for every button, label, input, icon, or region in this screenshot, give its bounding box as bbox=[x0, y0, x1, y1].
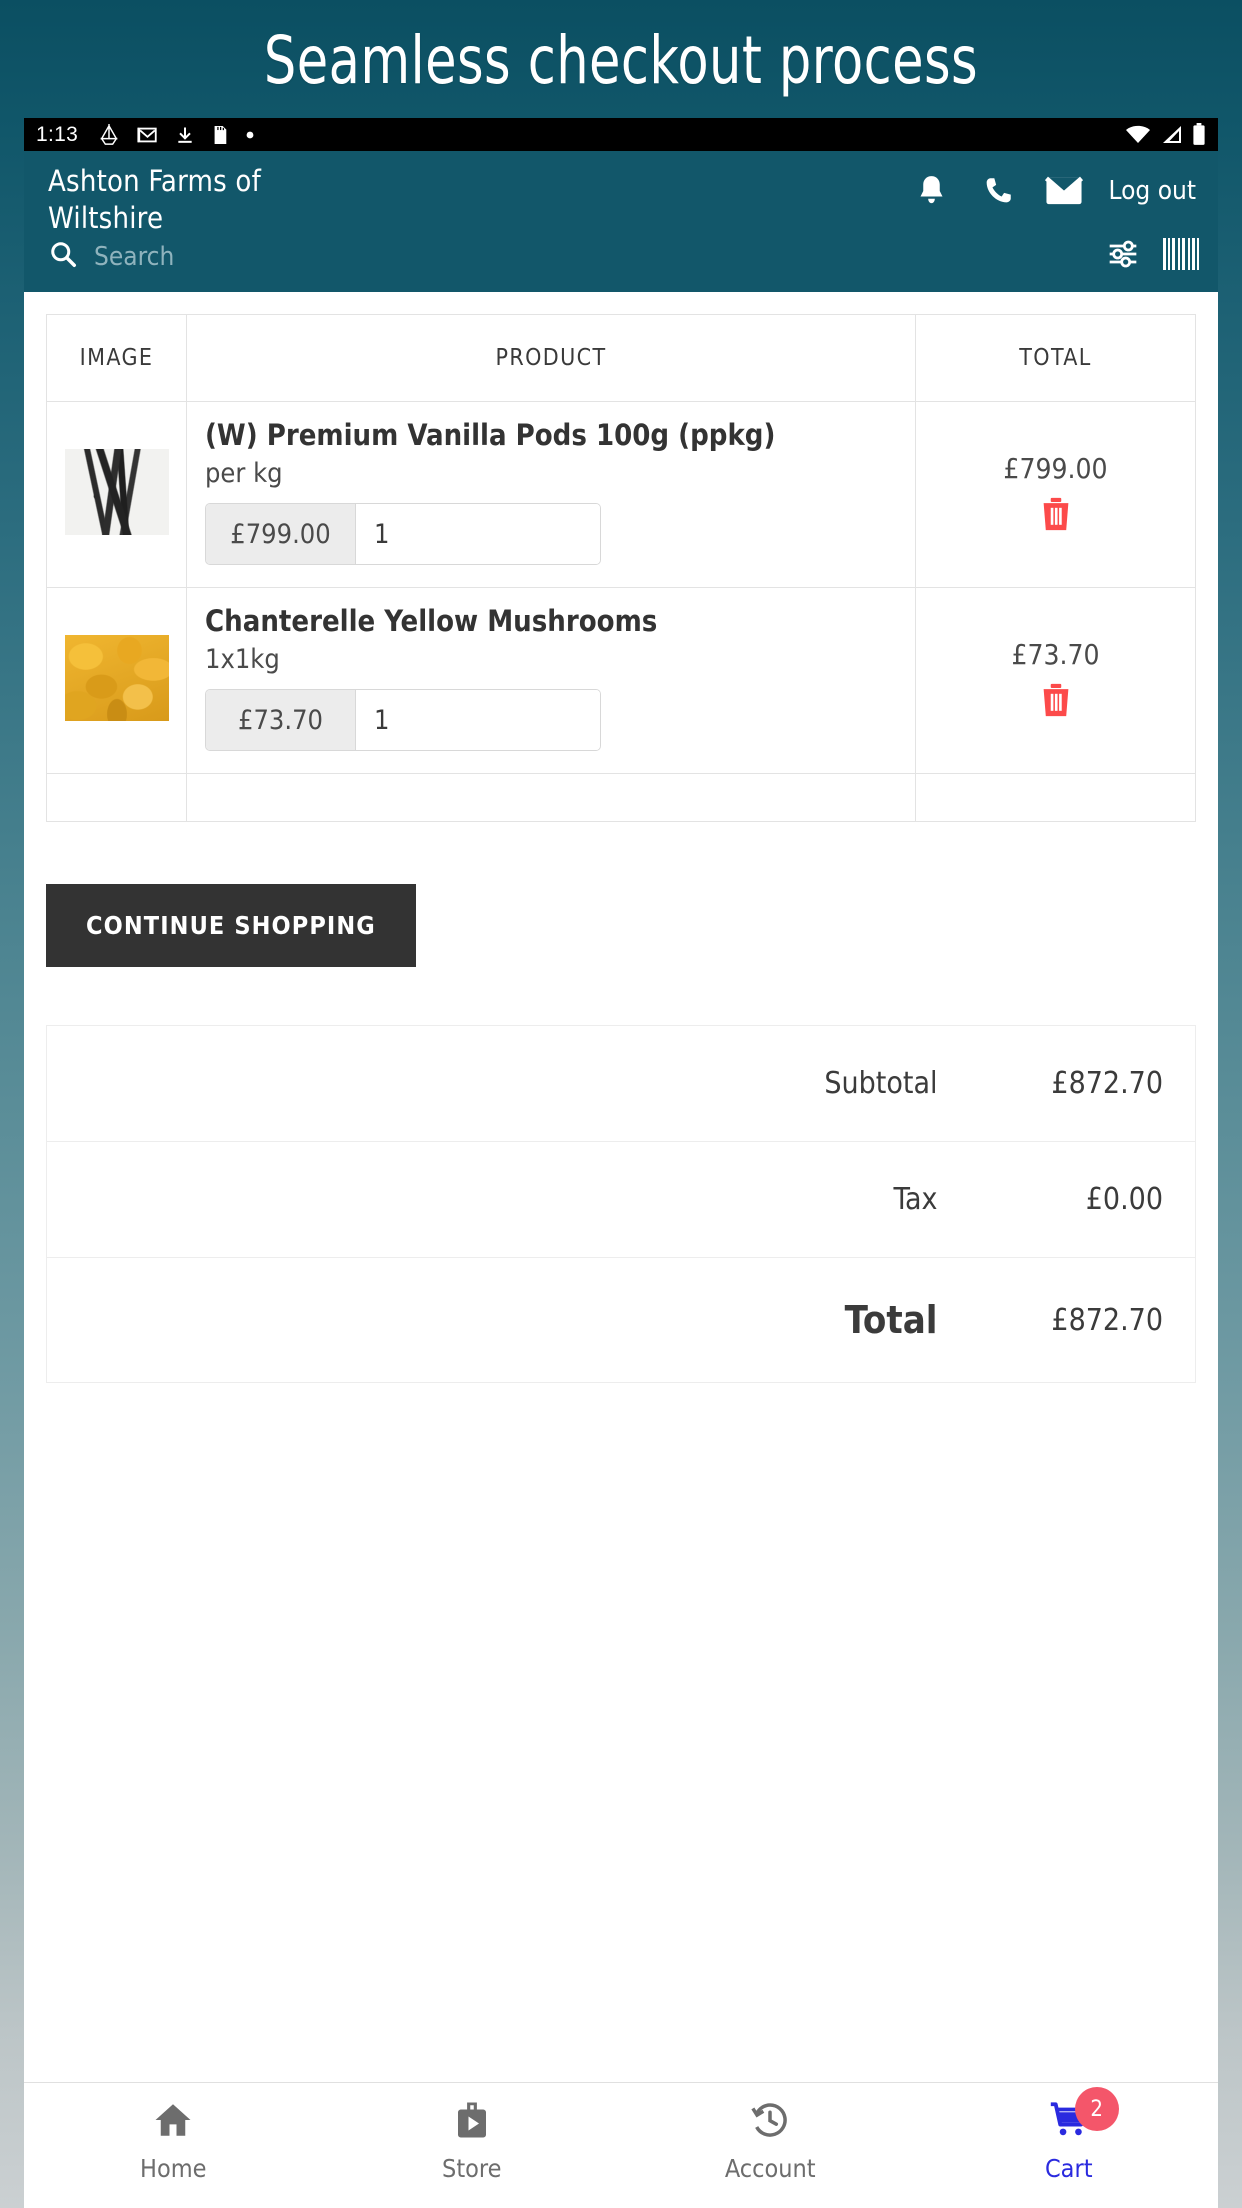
spacer-cell bbox=[186, 773, 916, 823]
continue-shopping-button[interactable]: CONTINUE SHOPPING bbox=[46, 884, 416, 968]
gmail-icon bbox=[137, 127, 157, 142]
spacer-cell bbox=[46, 773, 187, 823]
battery-icon bbox=[1193, 123, 1205, 145]
column-header-image: IMAGE bbox=[46, 314, 187, 402]
cart-item-product-cell: Chanterelle Yellow Mushrooms 1x1kg £73.7… bbox=[186, 587, 916, 775]
summary-label: Total bbox=[46, 1257, 966, 1384]
summary-value: £872.70 bbox=[965, 1257, 1196, 1384]
table-row: Chanterelle Yellow Mushrooms 1x1kg £73.7… bbox=[46, 587, 1196, 775]
brand-title: Ashton Farms of Wiltshire bbox=[48, 167, 378, 233]
line-item-total: £73.70 bbox=[1011, 637, 1100, 671]
home-icon bbox=[151, 2099, 195, 2146]
cart-item-product-cell: (W) Premium Vanilla Pods 100g (ppkg) per… bbox=[186, 400, 916, 589]
wifi-icon bbox=[1126, 125, 1150, 143]
brand-title-line-1: Ashton Farms of bbox=[48, 164, 261, 198]
sliders-icon[interactable] bbox=[1106, 238, 1140, 275]
cart-table-head: IMAGE PRODUCT TOTAL bbox=[46, 314, 1196, 402]
cart-item-image-cell bbox=[46, 400, 187, 589]
unit-price-label: £799.00 bbox=[206, 504, 356, 565]
bottom-navigation-bar: Home Store Account 2 Cart bbox=[24, 2082, 1218, 2208]
product-unit: 1x1kg bbox=[205, 644, 280, 676]
table-row: (W) Premium Vanilla Pods 100g (ppkg) per… bbox=[46, 400, 1196, 589]
line-item-total: £799.00 bbox=[1003, 451, 1108, 485]
sd-card-icon bbox=[214, 125, 227, 144]
notifications-icon[interactable] bbox=[899, 173, 965, 209]
product-name: Chanterelle Yellow Mushrooms bbox=[205, 604, 658, 639]
logout-button[interactable]: Log out bbox=[1109, 176, 1200, 206]
spacer-cell bbox=[915, 773, 1196, 823]
nav-label-home: Home bbox=[140, 2154, 207, 2183]
app-bar: Ashton Farms of Wiltshire Log out Search bbox=[24, 151, 1218, 292]
download-icon bbox=[178, 127, 192, 143]
app-bar-top-row: Ashton Farms of Wiltshire Log out bbox=[24, 151, 1218, 233]
summary-label: Tax bbox=[46, 1141, 966, 1259]
summary-row-tax: Tax £0.00 bbox=[46, 1141, 1196, 1259]
product-unit: per kg bbox=[205, 458, 283, 490]
cart-table-body: (W) Premium Vanilla Pods 100g (ppkg) per… bbox=[46, 400, 1196, 823]
page-title: Seamless checkout process bbox=[263, 22, 979, 99]
quantity-stepper[interactable]: £799.00 1 bbox=[205, 503, 601, 566]
drive-icon bbox=[100, 123, 118, 145]
nav-label-store: Store bbox=[442, 2154, 502, 2183]
unit-price-label: £73.70 bbox=[206, 690, 356, 751]
dot-icon bbox=[246, 131, 254, 138]
summary-label: Subtotal bbox=[46, 1025, 966, 1143]
nav-item-home[interactable]: Home bbox=[24, 2099, 323, 2183]
search-input[interactable]: Search bbox=[94, 242, 174, 272]
cart-page-content[interactable]: IMAGE PRODUCT TOTAL (W) Premium Vanilla … bbox=[24, 292, 1218, 2082]
summary-value: £872.70 bbox=[965, 1025, 1196, 1143]
cart-badge: 2 bbox=[1074, 2087, 1119, 2131]
cart-items-table: IMAGE PRODUCT TOTAL (W) Premium Vanilla … bbox=[46, 314, 1196, 823]
search-bar[interactable]: Search bbox=[24, 233, 1218, 276]
android-status-bar: 1:13 bbox=[24, 118, 1218, 151]
summary-row-total: Total £872.70 bbox=[46, 1257, 1196, 1384]
column-header-total: TOTAL bbox=[915, 314, 1196, 402]
cart-item-image-cell bbox=[46, 587, 187, 775]
trash-icon[interactable] bbox=[1039, 495, 1073, 538]
summary-value: £0.00 bbox=[965, 1141, 1196, 1259]
status-bar-notification-icons bbox=[98, 123, 255, 146]
nav-item-store[interactable]: Store bbox=[323, 2099, 622, 2183]
cart-table-spacer-row bbox=[46, 773, 1196, 823]
status-bar-system-icons bbox=[1125, 123, 1206, 146]
nav-item-account[interactable]: Account bbox=[621, 2099, 920, 2183]
signal-icon bbox=[1163, 125, 1181, 143]
history-icon bbox=[748, 2099, 792, 2146]
quantity-input[interactable]: 1 bbox=[356, 690, 600, 751]
search-actions bbox=[1106, 237, 1200, 276]
quantity-input[interactable]: 1 bbox=[356, 504, 600, 565]
mail-icon[interactable] bbox=[1031, 173, 1097, 209]
status-bar-clock: 1:13 bbox=[36, 122, 79, 146]
nav-item-cart[interactable]: 2 Cart bbox=[920, 2087, 1219, 2183]
cart-item-total-cell: £799.00 bbox=[915, 400, 1196, 589]
nav-label-cart: Cart bbox=[1044, 2154, 1093, 2183]
summary-row-subtotal: Subtotal £872.70 bbox=[46, 1025, 1196, 1143]
quantity-stepper[interactable]: £73.70 1 bbox=[205, 689, 601, 752]
cart-summary-table: Subtotal £872.70 Tax £0.00 Total £872.70 bbox=[46, 1025, 1196, 1384]
search-icon bbox=[48, 239, 78, 274]
cart-item-total-cell: £73.70 bbox=[915, 587, 1196, 775]
trash-icon[interactable] bbox=[1039, 681, 1073, 724]
nav-label-account: Account bbox=[724, 2154, 816, 2183]
cart-table-header-row: IMAGE PRODUCT TOTAL bbox=[46, 314, 1196, 402]
column-header-product: PRODUCT bbox=[186, 314, 916, 402]
product-name: (W) Premium Vanilla Pods 100g (ppkg) bbox=[205, 418, 776, 452]
chanterelle-mushrooms-thumbnail bbox=[64, 635, 169, 722]
barcode-icon[interactable] bbox=[1162, 237, 1200, 276]
store-icon bbox=[450, 2099, 494, 2146]
phone-icon[interactable] bbox=[965, 173, 1031, 209]
brand-title-line-2: Wiltshire bbox=[48, 201, 164, 235]
cart-summary-body: Subtotal £872.70 Tax £0.00 Total £872.70 bbox=[46, 1025, 1196, 1384]
app-bar-actions: Log out bbox=[899, 167, 1200, 209]
vanilla-pods-thumbnail bbox=[64, 449, 169, 536]
